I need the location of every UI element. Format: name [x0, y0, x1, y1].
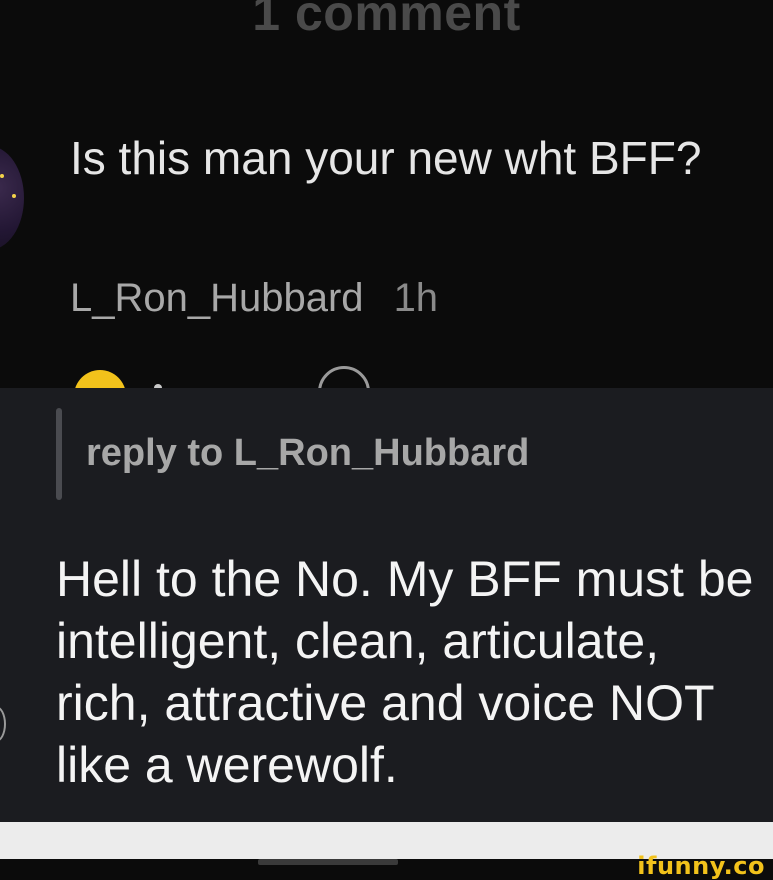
- reply-quote-bar: [56, 408, 62, 500]
- smile-reaction-icon[interactable]: [74, 370, 126, 388]
- reply-circle-icon[interactable]: [318, 366, 370, 388]
- comment-meta: L_Ron_Hubbard 1h: [70, 276, 438, 321]
- circle-icon: [0, 706, 6, 742]
- comment-time: 1h: [393, 276, 439, 320]
- reply-to-label: reply to L_Ron_Hubbard: [86, 432, 530, 474]
- comment-author[interactable]: L_Ron_Hubbard: [70, 276, 364, 320]
- commenter-avatar[interactable]: [0, 146, 24, 250]
- comments-count-header: 1 comment: [252, 0, 521, 41]
- comment-text: Is this man your new wht BFF?: [70, 132, 702, 184]
- cut-off-element: [258, 859, 398, 865]
- avatar-sparkle: [12, 194, 16, 198]
- avatar-sparkle: [0, 174, 4, 178]
- reply-text: Hell to the No. My BFF must be intellige…: [56, 551, 754, 793]
- ifunny-watermark: ifunny.co: [637, 852, 765, 880]
- reply-compose-panel: reply to L_Ron_Hubbard Hell to the No. M…: [0, 388, 773, 822]
- comments-area: 1 comment Is this man your new wht BFF? …: [0, 0, 773, 388]
